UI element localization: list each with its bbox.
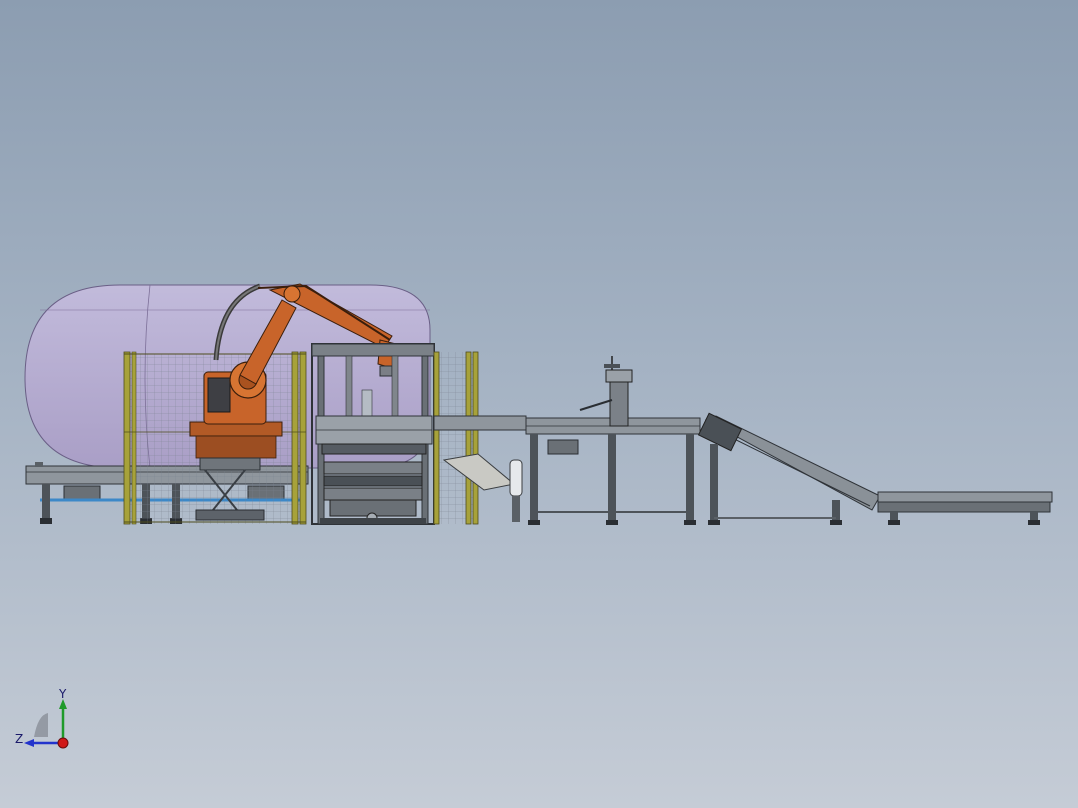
bag-turning-device[interactable] [579, 356, 633, 427]
cad-viewport[interactable]: Y Z [0, 0, 1078, 808]
z-axis-label: Z [15, 732, 24, 746]
x-axis-point [57, 737, 69, 749]
y-axis-label: Y [59, 687, 67, 701]
pallet-dispenser[interactable] [320, 461, 426, 524]
inclined-belt-conveyor[interactable] [697, 412, 881, 525]
safety-fence-right[interactable] [433, 351, 479, 525]
cad-assembly-view[interactable] [0, 0, 1078, 808]
discharge-conveyor[interactable] [877, 491, 1053, 525]
